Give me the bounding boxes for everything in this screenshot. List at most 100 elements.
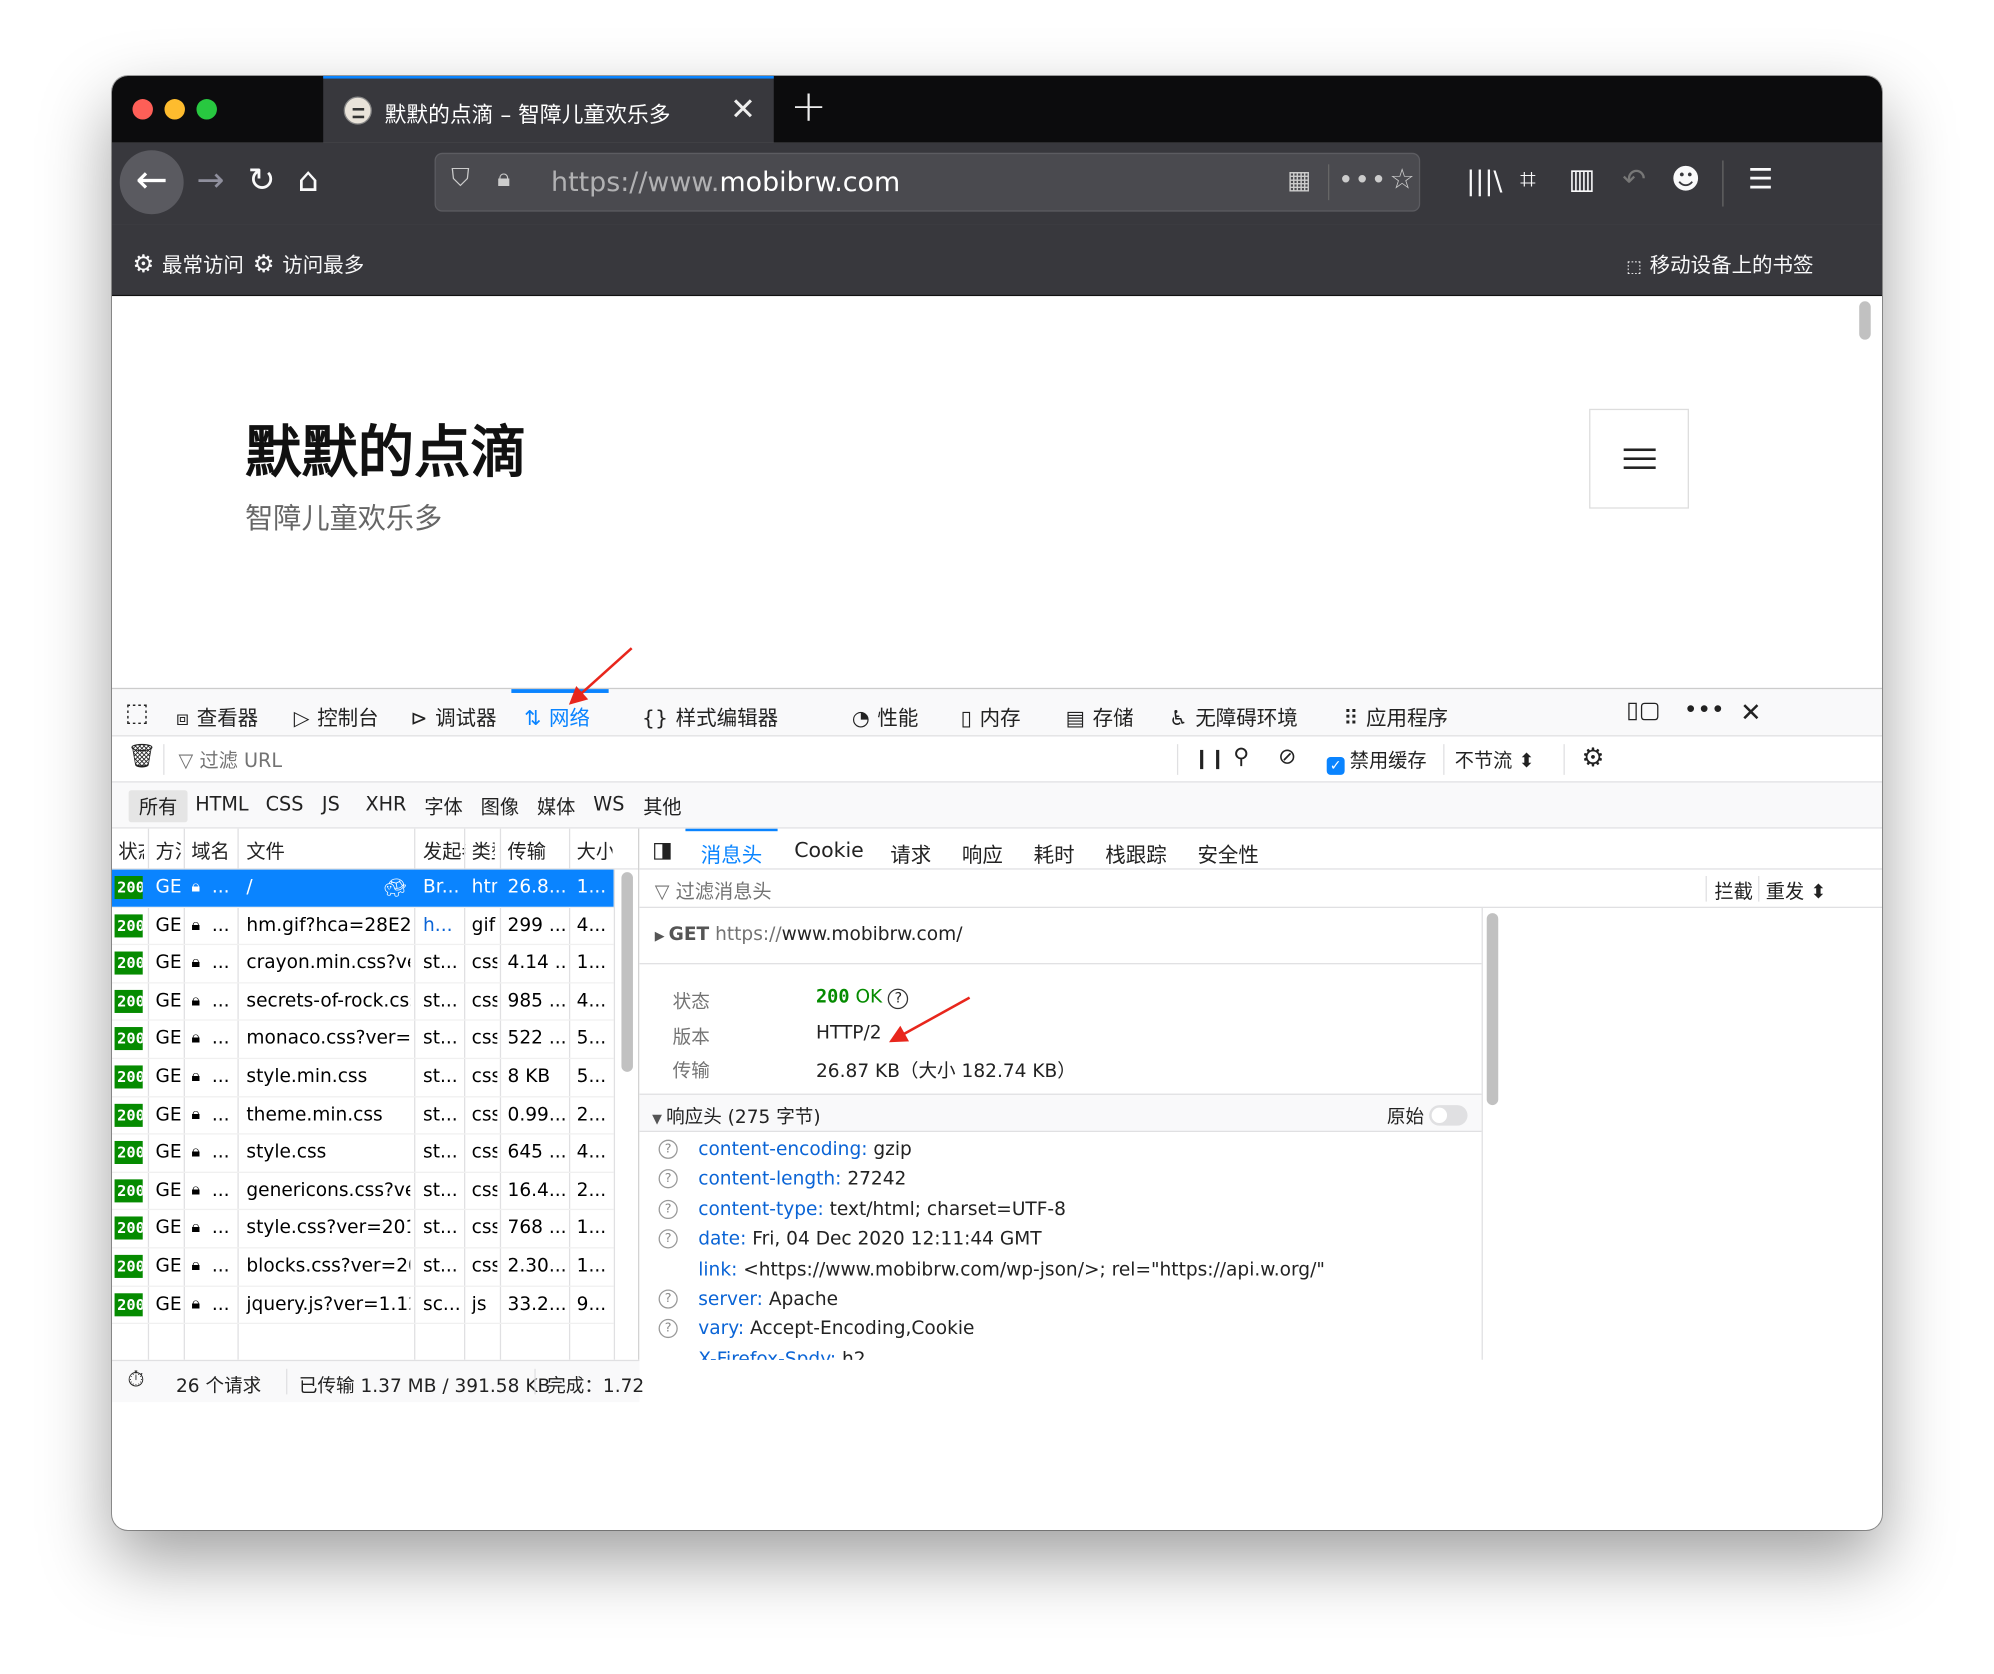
type-filter-css[interactable]: CSS (266, 793, 304, 816)
site-menu-button[interactable] (1589, 408, 1689, 509)
bookmark-most-visited-1[interactable]: ⚙ 最常访问 (132, 248, 243, 278)
page-actions-icon[interactable]: ••• (1338, 164, 1387, 195)
tab-memory[interactable]: ▯ 内存 (961, 701, 1021, 732)
tab-request[interactable]: 请求 (890, 838, 931, 869)
reload-button[interactable]: ↻ (248, 162, 276, 200)
settings-gear-icon[interactable]: ⚙ (1581, 742, 1604, 773)
tab-performance[interactable]: ◔ 性能 (852, 701, 919, 732)
table-row[interactable]: 200 GET 🔒︎... hm.gif?hca=28E290 h... gif 299 .… (112, 907, 614, 946)
tab-stack-trace[interactable]: 栈跟踪 (1105, 838, 1166, 869)
col-domain[interactable]: 域名 (191, 838, 242, 865)
type-filter-fonts[interactable]: 字体 (424, 793, 462, 820)
table-row[interactable]: 200 GET 🔒︎... style.css?ver=20190 st... css 76… (112, 1211, 614, 1249)
response-header-row[interactable]: ? server: Apache (639, 1288, 1481, 1318)
response-header-row[interactable]: ? vary: Accept-Encoding,Cookie (639, 1318, 1481, 1348)
details-scrollbar[interactable] (1481, 908, 1500, 1360)
help-icon[interactable]: ? (658, 1169, 678, 1189)
tab-inspector[interactable]: ⧈ 查看器 (176, 701, 258, 732)
responsive-design-icon[interactable]: ▯▢ (1626, 697, 1660, 724)
block-button[interactable]: 拦截 (1715, 877, 1753, 904)
col-size[interactable]: 大小 (577, 838, 613, 865)
table-row[interactable]: 200GET🔒︎.../🐢︎Br...htm26.8...1... (112, 869, 614, 908)
col-type[interactable]: 类型 (472, 838, 495, 865)
type-filter-images[interactable]: 图像 (481, 793, 519, 820)
table-row[interactable]: 200 GET 🔒︎... style.min.css st... css 8 KB 5... (112, 1059, 614, 1097)
bookmark-most-visited-2[interactable]: ⚙ 访问最多 (253, 248, 364, 278)
request-list-scrollbar[interactable] (613, 869, 639, 1360)
table-row[interactable]: 200 GET 🔒︎... blocks.css?ver=2019 st... css 2.… (112, 1248, 614, 1287)
type-filter-other[interactable]: 其他 (643, 793, 681, 820)
tab-headers[interactable]: 消息头 (701, 838, 762, 869)
tab-accessibility[interactable]: ♿︎ 无障碍环境 (1169, 701, 1297, 732)
browser-tab[interactable]: 默默的点滴 – 智障儿童欢乐多 ✕ (323, 76, 774, 143)
help-icon[interactable]: ? (658, 1199, 678, 1219)
tab-style-editor[interactable]: {} 样式编辑器 (642, 701, 778, 732)
resend-button[interactable]: 重发 ⬍ (1766, 877, 1827, 904)
type-filter-xhr[interactable]: XHR (365, 793, 406, 816)
col-file[interactable]: 文件 (246, 838, 297, 865)
table-row[interactable]: 200 GET 🔒︎... style.css st... css 645 ... 4... (112, 1135, 614, 1173)
response-header-row[interactable]: ? content-type: text/html; charset=UTF-8 (639, 1198, 1481, 1228)
table-row[interactable]: 200 GET 🔒︎... monaco.css?ver=_2 st... css 522 … (112, 1021, 614, 1060)
col-method[interactable]: 方法 (156, 838, 182, 865)
table-row[interactable]: 200 GET 🔒︎... theme.min.css st... css 0.99... 2… (112, 1097, 614, 1135)
throttle-select[interactable]: 不节流 ⬍ (1455, 747, 1535, 774)
col-transfer[interactable]: 传输 (508, 838, 559, 865)
lock-icon[interactable]: 🔒︎ (497, 164, 510, 192)
type-filter-all[interactable]: 所有 (128, 790, 188, 823)
element-picker-icon[interactable]: ⬚ (125, 697, 149, 728)
help-icon[interactable]: ? (888, 988, 909, 1010)
bookmark-star-icon[interactable]: ☆ (1389, 164, 1414, 196)
response-headers-section[interactable]: ▼ 响应头 (275 字节) 原始 (639, 1093, 1482, 1132)
sidebar-icon[interactable]: ▥ (1569, 162, 1596, 200)
help-icon[interactable]: ? (658, 1289, 678, 1309)
more-options-icon[interactable]: ••• (1684, 697, 1725, 724)
qr-code-icon[interactable]: ▦ (1287, 164, 1311, 195)
raw-toggle[interactable] (1429, 1105, 1468, 1126)
tab-storage[interactable]: ▤ 存储 (1066, 701, 1134, 732)
page-scrollbar[interactable] (1859, 301, 1871, 340)
table-row[interactable]: 200 GET 🔒︎... genericons.css?ver= st... css 16… (112, 1173, 614, 1211)
col-status[interactable]: 状态 (118, 838, 144, 865)
type-filter-ws[interactable]: WS (593, 793, 624, 816)
help-icon[interactable]: ? (658, 1229, 678, 1249)
help-icon[interactable]: ? (658, 1139, 678, 1159)
url-filter-input[interactable]: ▽ 过滤 URL (179, 747, 282, 774)
toggle-sidebar-icon[interactable]: ◨ (652, 838, 673, 864)
back-button[interactable]: ← (119, 150, 184, 215)
url-text[interactable]: https://www.mobibrw.com (551, 167, 900, 198)
search-icon[interactable]: ⚲ (1233, 744, 1249, 770)
home-button[interactable]: ⌂ (298, 162, 319, 200)
tab-response[interactable]: 响应 (962, 838, 1003, 869)
pause-icon[interactable]: ❙❙ (1194, 747, 1226, 770)
tab-debugger[interactable]: ⊳ 调试器 (410, 701, 496, 732)
minimize-window-button[interactable] (164, 99, 185, 120)
forward-button[interactable]: → (196, 162, 224, 200)
disable-cache-checkbox[interactable]: ✓ 禁用缓存 (1326, 747, 1427, 775)
url-bar[interactable]: ⛉ 🔒︎ https://www.mobibrw.com ▦ ••• ☆ (434, 152, 1421, 212)
mobile-bookmarks[interactable]: ⬚ 移动设备上的书签 (1626, 248, 1813, 279)
tab-application[interactable]: ⠿ 应用程序 (1343, 701, 1448, 732)
type-filter-html[interactable]: HTML (195, 793, 248, 816)
header-filter-input[interactable]: ▽ 过滤消息头 (655, 877, 772, 904)
zoom-window-button[interactable] (196, 99, 217, 120)
col-initiator[interactable]: 发起者 (423, 838, 465, 865)
response-header-row[interactable]: X-Firefox-Spdy: h2 (639, 1348, 1481, 1360)
response-header-row[interactable]: ? content-length: 27242 (639, 1168, 1481, 1198)
screenshot-crop-icon[interactable]: ⌗ (1520, 162, 1536, 200)
undo-icon[interactable]: ↶ (1622, 162, 1646, 200)
tab-security[interactable]: 安全性 (1197, 838, 1258, 869)
response-header-row[interactable]: ? content-encoding: gzip (639, 1138, 1481, 1168)
tab-timings[interactable]: 耗时 (1034, 838, 1075, 869)
tab-console[interactable]: ▷ 控制台 (294, 701, 379, 732)
stopwatch-icon[interactable]: ⏱ (127, 1368, 144, 1394)
request-summary[interactable]: ▶ GET https://www.mobibrw.com/ (639, 908, 1482, 965)
close-window-button[interactable] (132, 99, 153, 120)
trash-icon[interactable]: 🗑︎ (127, 743, 156, 770)
type-filter-js[interactable]: JS (322, 793, 340, 816)
type-filter-media[interactable]: 媒体 (537, 793, 575, 820)
account-icon[interactable]: ☻ (1671, 162, 1700, 200)
help-icon[interactable]: ? (658, 1319, 678, 1339)
table-row[interactable]: 200 GET 🔒︎... crayon.min.css?ver= st... css 4.… (112, 945, 614, 984)
hamburger-menu-icon[interactable]: ☰ (1748, 162, 1773, 200)
